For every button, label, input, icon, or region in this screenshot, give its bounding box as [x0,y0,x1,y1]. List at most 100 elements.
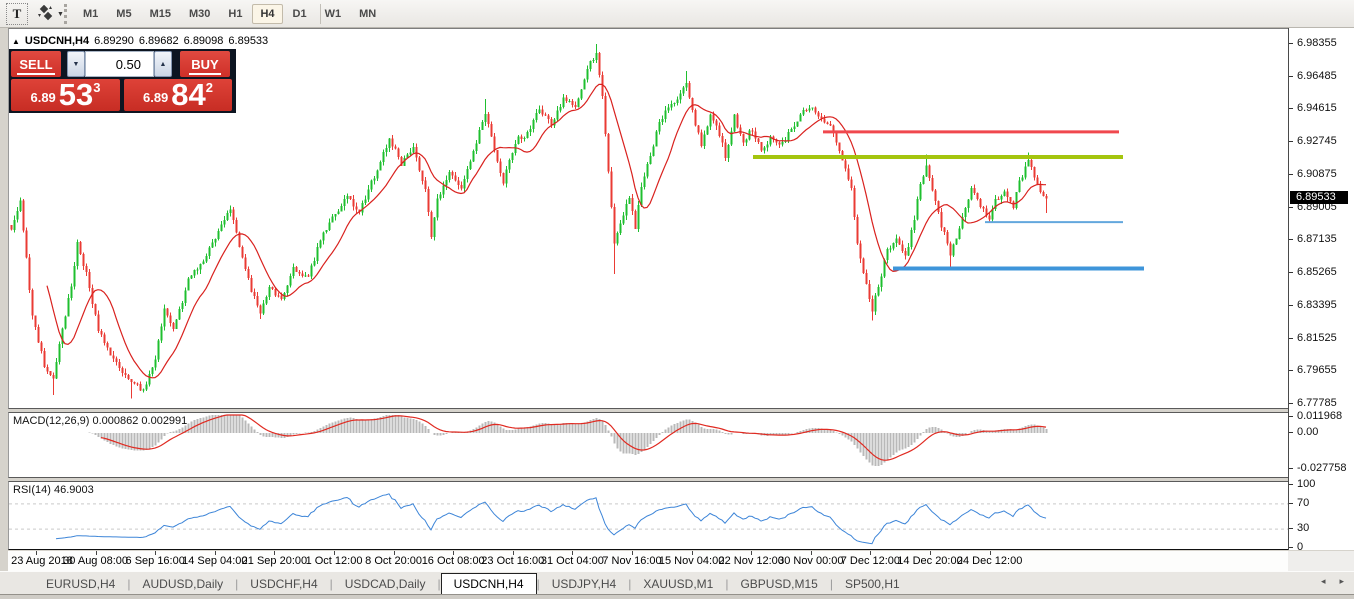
macd-chart[interactable] [9,413,1288,477]
axis-tick [1289,416,1293,418]
time-axis-label: 22 Nov 12:00 [718,555,784,567]
chart-tab-eurusd[interactable]: EURUSD,H4 [34,575,127,593]
buy-price-pip: 2 [205,80,214,95]
price-axis-label: 6.90875 [1297,167,1337,180]
time-axis-label: 24 Dec 12:00 [956,555,1023,567]
axis-tick [1289,75,1293,77]
chart-tab-audusd[interactable]: AUDUSD,Daily [130,575,235,593]
axis-tick [1289,304,1293,306]
chart-tab-xauusd[interactable]: XAUUSD,M1 [631,575,725,593]
price-axis-label: 6.77785 [1297,397,1337,409]
buy-button[interactable]: BUY [180,51,230,77]
sell-button[interactable]: SELL [11,51,61,77]
time-axis-label: 7 Dec 12:00 [840,555,901,567]
chart-symbol-period: USDCNH,H4 [24,35,90,47]
axis-tick [1289,206,1293,208]
chart-tab-sp500[interactable]: SP500,H1 [833,575,912,593]
volume-decrease-button[interactable]: ▼ [67,51,85,77]
timeframe-button-d1[interactable]: D1 [285,4,315,24]
timeframe-button-mn[interactable]: MN [351,4,384,24]
time-axis-label: 14 Sep 04:00 [182,555,248,567]
axis-tick [1289,468,1293,470]
sell-price-pip: 3 [93,80,101,95]
volume-increase-button[interactable]: ▲ [154,51,172,77]
macd-label: MACD(12,26,9) 0.000862 0.002991 [13,415,188,427]
chart-tab-gbpusd[interactable]: GBPUSD,M15 [728,575,829,593]
text-tool-button[interactable]: T [6,3,28,25]
axis-tick [1289,370,1293,372]
axis-tick [1289,141,1293,143]
macd-indicator-panel: MACD(12,26,9) 0.000862 0.002991 [8,412,1288,478]
time-axis-label: 14 Dec 20:00 [897,555,963,567]
volume-input[interactable] [85,51,154,77]
rsi-axis-label: 30 [1297,522,1310,535]
chart-tab-usdjpy[interactable]: USDJPY,H4 [540,575,628,593]
rsi-label: RSI(14) 46.9003 [13,484,94,496]
sell-price-display[interactable]: 6.89 53 3 [11,79,120,111]
ohlc-close: 6.89533 [228,35,269,47]
timeframe-button-m30[interactable]: M30 [181,4,218,24]
triangle-down-icon: ▼ [72,60,80,68]
price-axis-label: 6.94615 [1297,102,1337,115]
timeframe-button-w1[interactable]: W1 [317,4,350,24]
tab-scroll-left-icon[interactable]: ◂ [1321,576,1326,587]
price-axis-label: 6.98355 [1297,37,1337,49]
chart-tab-usdchf[interactable]: USDCHF,H4 [238,575,329,593]
chart-tabs: EURUSD,H4 | AUDUSD,Daily | USDCHF,H4 | USDCAD,… [34,572,912,595]
rsi-chart[interactable] [9,482,1288,549]
axis-tick [1289,43,1293,44]
ohlc-low: 6.89098 [183,35,224,47]
axis-tick [1289,528,1293,530]
ohlc-open: 6.89290 [94,35,134,47]
macd-axis-label: 0.011968 [1297,410,1343,423]
time-axis-label: 21 Sep 20:00 [241,555,308,567]
rsi-indicator-panel: RSI(14) 46.9003 [8,481,1288,550]
buy-price-prefix: 6.89 [142,90,169,105]
price-axis-label: 6.81525 [1297,331,1337,344]
chart-title: ▲ USDCNH,H4 6.89290 6.89682 6.89098 6.89533 [12,35,268,47]
time-axis-label: 8 Oct 20:00 [365,555,423,567]
ohlc-high: 6.89682 [138,35,179,47]
price-axis[interactable]: 6.89533 6.98355 6.96485 6.94615 6.92745 6.90… [1288,28,1354,553]
current-price-badge: 6.89533 [1290,190,1348,204]
bottom-scrollbar-strip[interactable] [0,594,1354,599]
triangle-up-icon: ▲ [159,60,167,68]
toolbar-separator [320,4,321,24]
toolbar-grip-handle[interactable] [64,4,67,24]
axis-tick [1289,108,1293,110]
timeframe-button-m1[interactable]: M1 [75,4,106,24]
time-axis-label: 30 Aug 08:00 [63,555,129,567]
rsi-axis-label: 70 [1297,496,1310,509]
axis-tick [1289,403,1293,404]
time-axis[interactable]: 23 Aug 2018 30 Aug 08:00 6 Sep 16:00 14 Sep… [8,551,1288,571]
axis-tick [1289,272,1293,274]
buy-price-display[interactable]: 6.89 84 2 [124,79,232,111]
timeframe-button-h1[interactable]: H1 [220,4,250,24]
axis-tick [1289,337,1293,339]
timeframe-button-m15[interactable]: M15 [142,4,179,24]
sell-price-main: 53 [58,77,94,112]
time-axis-label: 6 Sep 16:00 [125,555,185,567]
timeframe-button-h4[interactable]: H4 [252,4,283,24]
sell-price-prefix: 6.89 [30,90,56,105]
cycle-symbols-icon [36,4,54,24]
timeframe-button-m5[interactable]: M5 [108,4,139,24]
time-axis-label: 31 Oct 04:00 [540,555,604,567]
top-toolbar: T ▼ M1 M5 M15 M30 H1 H4 D1 W1 MN [0,0,1354,28]
one-click-trading-panel: SELL ▼ ▲ BUY 6.89 53 3 6.89 84 2 [9,49,236,113]
price-axis-label: 6.92745 [1297,135,1337,148]
chart-tab-usdcad[interactable]: USDCAD,Daily [333,575,438,593]
price-axis-label: 6.96485 [1297,69,1337,82]
chart-tab-usdcnh[interactable]: USDCNH,H4 [440,572,537,595]
buy-price-main: 84 [171,77,206,112]
time-axis-label: 7 Nov 16:00 [602,555,662,567]
axis-tick [1289,502,1293,504]
price-axis-label: 6.87135 [1297,233,1337,246]
price-axis-label: 6.85265 [1297,266,1337,279]
axis-corner [1288,551,1354,571]
price-axis-label: 6.83395 [1297,298,1337,311]
axis-tick [1289,484,1293,485]
tab-scroll-right-icon[interactable]: ▸ [1339,576,1344,587]
collapse-panel-icon[interactable]: ▲ [12,37,20,46]
chart-tab-bar: EURUSD,H4 | AUDUSD,Daily | USDCHF,H4 | USDCAD,… [0,571,1354,595]
